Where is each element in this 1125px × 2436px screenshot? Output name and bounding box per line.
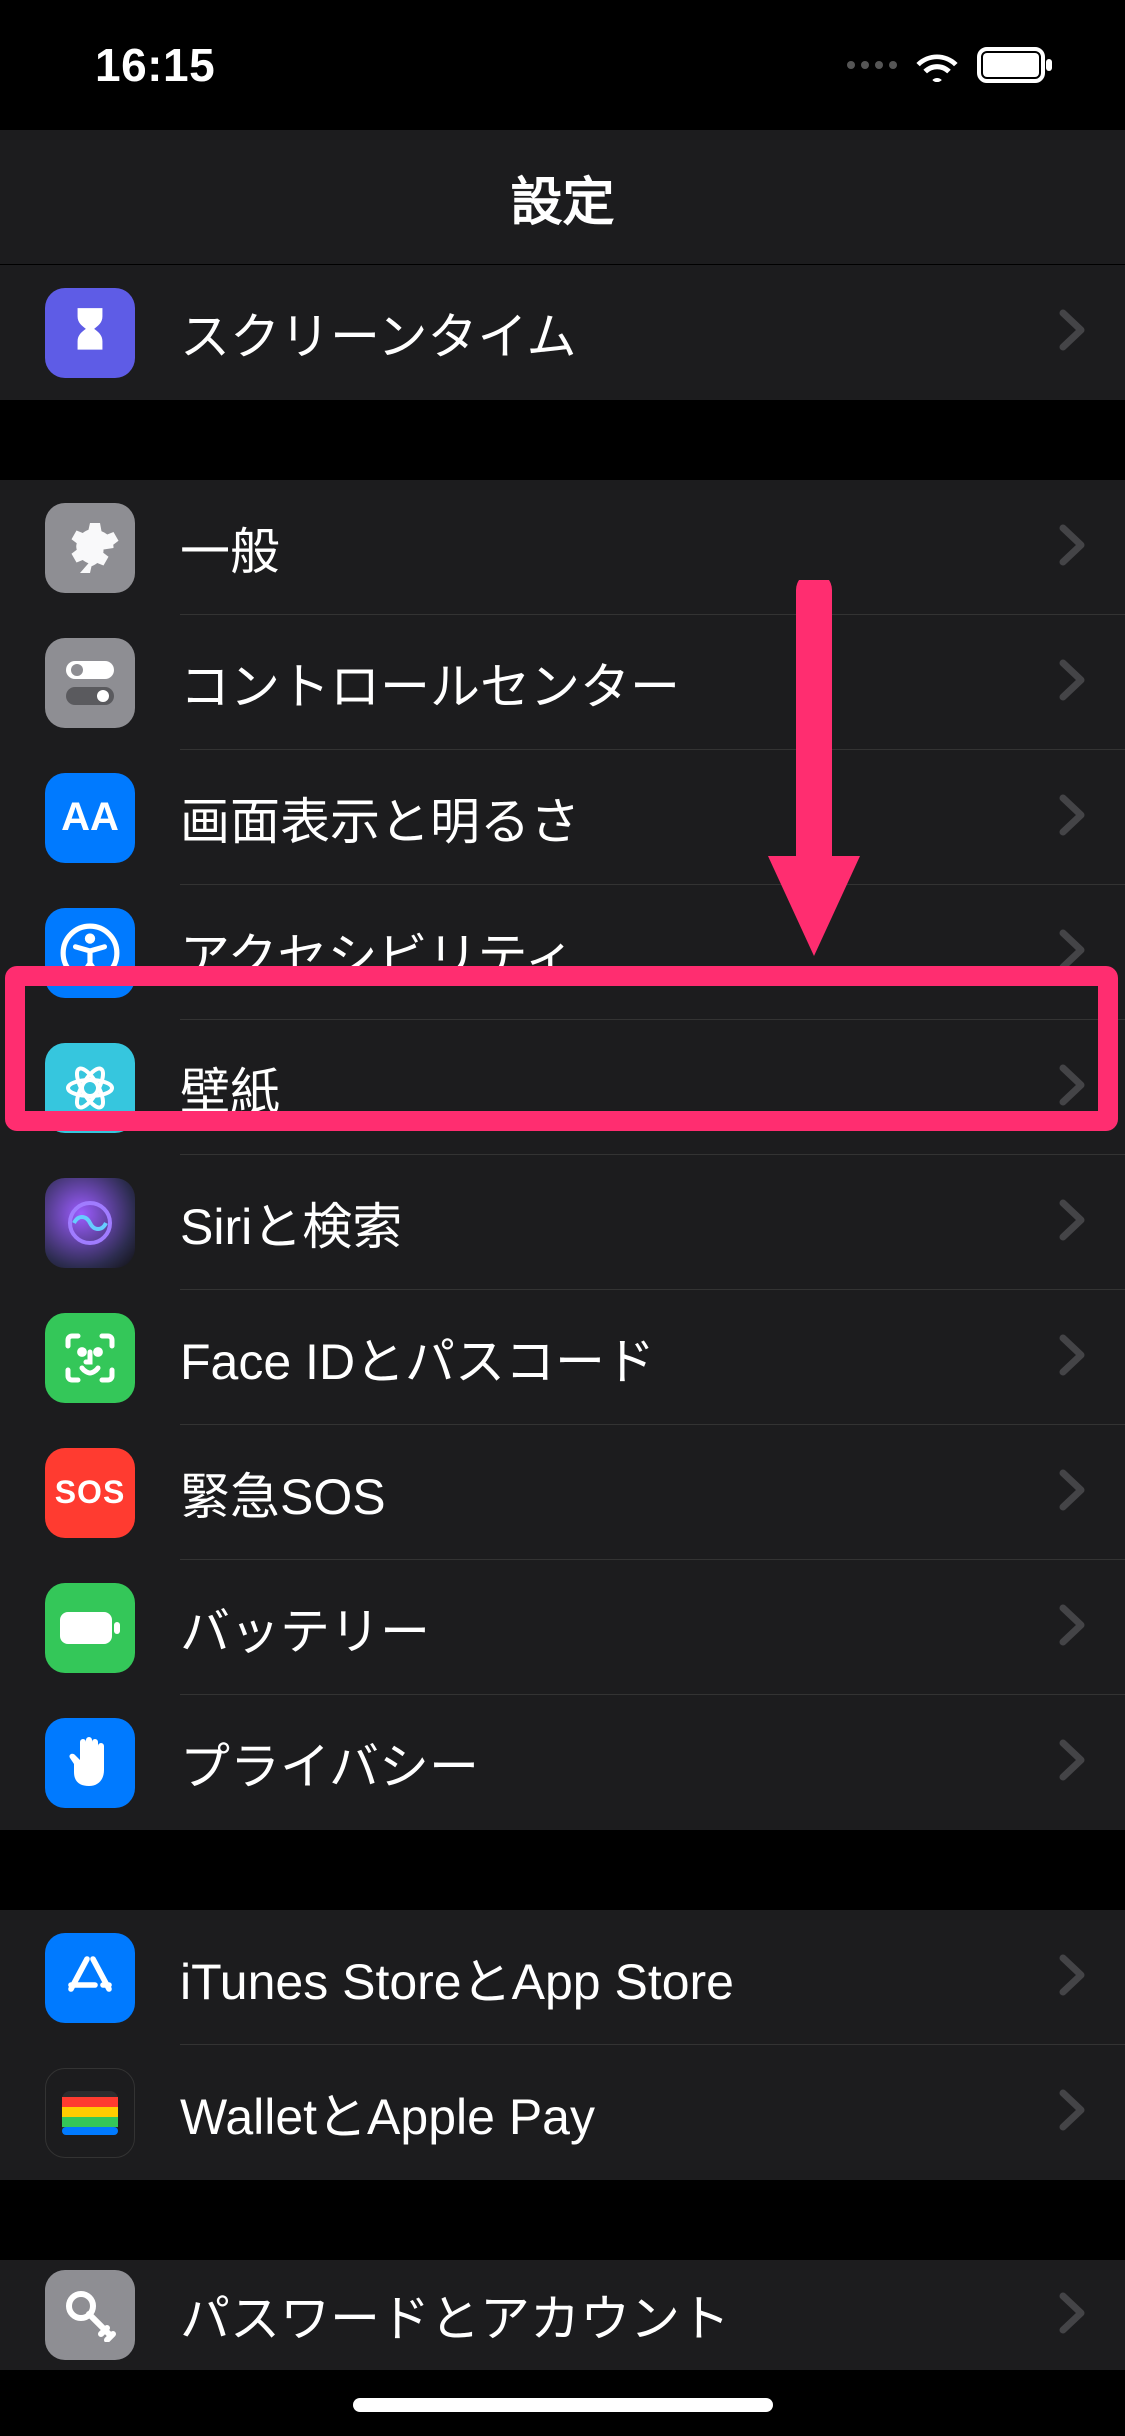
chevron-right-icon [1059, 1199, 1085, 1246]
settings-row-display[interactable]: AA 画面表示と明るさ [0, 750, 1125, 885]
chevron-right-icon [1059, 2089, 1085, 2136]
wallet-icon [45, 2068, 135, 2158]
row-label: 緊急SOS [180, 1457, 1059, 1529]
chevron-right-icon [1059, 929, 1085, 976]
toggles-icon [45, 638, 135, 728]
row-label: スクリーンタイム [180, 297, 1059, 369]
status-bar: 16:15 [0, 0, 1125, 130]
wallpaper-icon [45, 1043, 135, 1133]
row-label: 一般 [180, 512, 1059, 584]
hourglass-icon [45, 288, 135, 378]
nav-header: 設定 [0, 130, 1125, 265]
page-title: 設定 [510, 160, 614, 235]
chevron-right-icon [1059, 1954, 1085, 2001]
settings-row-appstore[interactable]: iTunes StoreとApp Store [0, 1910, 1125, 2045]
settings-row-wallpaper[interactable]: 壁紙 [0, 1020, 1125, 1155]
settings-row-faceid[interactable]: Face IDとパスコード [0, 1290, 1125, 1425]
settings-row-general[interactable]: 一般 [0, 480, 1125, 615]
faceid-icon [45, 1313, 135, 1403]
chevron-right-icon [1059, 1064, 1085, 1111]
row-label: iTunes StoreとApp Store [180, 1942, 1059, 2014]
appstore-icon [45, 1933, 135, 2023]
row-label: バッテリー [180, 1592, 1059, 1664]
chevron-right-icon [1059, 524, 1085, 571]
hand-icon [45, 1718, 135, 1808]
settings-row-sos[interactable]: SOS 緊急SOS [0, 1425, 1125, 1560]
row-label: 画面表示と明るさ [180, 782, 1059, 854]
settings-row-siri[interactable]: Siriと検索 [0, 1155, 1125, 1290]
settings-row-control-center[interactable]: コントロールセンター [0, 615, 1125, 750]
settings-row-battery[interactable]: バッテリー [0, 1560, 1125, 1695]
chevron-right-icon [1059, 1469, 1085, 1516]
settings-row-passwords[interactable]: パスワードとアカウント [0, 2260, 1125, 2370]
row-label: アクセシビリティ [180, 917, 1059, 989]
wifi-icon [913, 47, 961, 83]
row-label: WalletとApple Pay [180, 2077, 1059, 2149]
row-label: Face IDとパスコード [180, 1322, 1059, 1394]
row-label: Siriと検索 [180, 1187, 1059, 1259]
battery-icon-row [45, 1583, 135, 1673]
home-indicator[interactable] [353, 2398, 773, 2412]
text-size-icon: AA [45, 773, 135, 863]
settings-row-privacy[interactable]: プライバシー [0, 1695, 1125, 1830]
gear-icon [45, 503, 135, 593]
settings-row-wallet[interactable]: WalletとApple Pay [0, 2045, 1125, 2180]
chevron-right-icon [1059, 309, 1085, 356]
key-icon [45, 2270, 135, 2360]
chevron-right-icon [1059, 794, 1085, 841]
status-icons [847, 47, 1055, 83]
row-label: パスワードとアカウント [180, 2279, 1059, 2351]
chevron-right-icon [1059, 1604, 1085, 1651]
sos-icon: SOS [45, 1448, 135, 1538]
chevron-right-icon [1059, 1739, 1085, 1786]
chevron-right-icon [1059, 1334, 1085, 1381]
settings-row-screentime[interactable]: スクリーンタイム [0, 265, 1125, 400]
chevron-right-icon [1059, 2292, 1085, 2339]
row-label: 壁紙 [180, 1052, 1059, 1124]
status-time: 16:15 [95, 38, 215, 92]
siri-icon [45, 1178, 135, 1268]
settings-row-accessibility[interactable]: アクセシビリティ [0, 885, 1125, 1020]
row-label: コントロールセンター [180, 647, 1059, 719]
accessibility-icon [45, 908, 135, 998]
row-label: プライバシー [180, 1727, 1059, 1799]
cellular-dots-icon [847, 61, 897, 69]
battery-icon [977, 47, 1055, 83]
chevron-right-icon [1059, 659, 1085, 706]
